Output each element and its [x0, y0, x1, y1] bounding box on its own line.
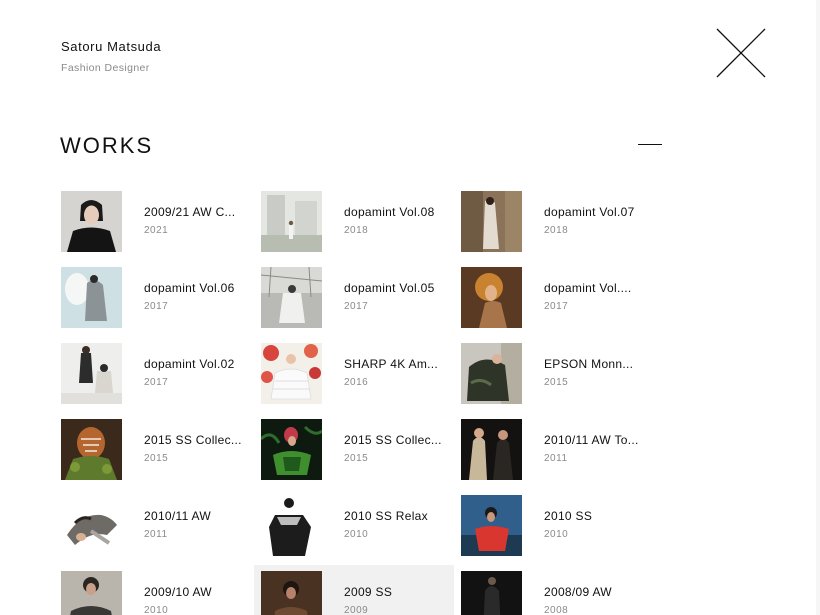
work-title: dopamint Vol.05 — [344, 281, 435, 295]
work-year: 2011 — [544, 453, 568, 464]
work-title: SHARP 4K Am... — [344, 357, 439, 371]
work-year: 2009 — [344, 605, 369, 615]
work-year: 2017 — [144, 301, 169, 312]
page-scrollbar-track[interactable] — [816, 0, 820, 615]
work-thumbnail — [461, 343, 522, 404]
works-heading: WORKS — [60, 133, 154, 158]
work-thumbnail — [261, 495, 322, 556]
work-year: 2015 — [544, 377, 569, 388]
work-card[interactable]: dopamint Vol.... 2017 — [454, 261, 654, 337]
work-title: dopamint Vol.07 — [544, 205, 635, 219]
work-card[interactable]: 2009/10 AW 2010 — [54, 565, 254, 615]
work-title: dopamint Vol.08 — [344, 205, 435, 219]
work-card[interactable]: 2010/11 AW To... 2011 — [454, 413, 654, 489]
work-thumbnail — [61, 191, 122, 252]
work-title: 2010 SS — [544, 509, 593, 523]
work-title: 2010 SS Relax — [344, 509, 428, 523]
work-title: dopamint Vol.06 — [144, 281, 235, 295]
work-card[interactable]: dopamint Vol.08 2018 — [254, 185, 454, 261]
work-card[interactable]: 2009/21 AW C... 2021 — [54, 185, 254, 261]
work-card[interactable]: dopamint Vol.02 2017 — [54, 337, 254, 413]
work-year: 2017 — [144, 377, 169, 388]
work-title: dopamint Vol.02 — [144, 357, 235, 371]
work-thumbnail — [61, 495, 122, 556]
work-year: 2010 — [144, 605, 169, 615]
work-year: 2015 — [344, 453, 369, 464]
page: Satoru Matsuda Fashion Designer WORKS 20… — [0, 0, 820, 615]
close-x-icon — [716, 28, 766, 78]
work-card[interactable]: 2010 SS 2010 — [454, 489, 654, 565]
work-year: 2018 — [344, 225, 369, 236]
work-thumbnail — [461, 191, 522, 252]
work-card[interactable]: 2015 SS Collec... 2015 — [254, 413, 454, 489]
work-thumbnail — [61, 343, 122, 404]
work-thumbnail — [261, 571, 322, 615]
work-card[interactable]: 2010/11 AW 2011 — [54, 489, 254, 565]
work-card[interactable]: dopamint Vol.07 2018 — [454, 185, 654, 261]
collapse-minus-icon — [638, 144, 662, 145]
work-thumbnail — [61, 571, 122, 615]
work-thumbnail — [461, 571, 522, 615]
work-card[interactable]: EPSON Monn... 2015 — [454, 337, 654, 413]
works-grid: 2009/21 AW C... 2021 dopamint Vol.08 201… — [54, 185, 654, 615]
work-year: 2010 — [344, 529, 369, 540]
work-title: EPSON Monn... — [544, 357, 634, 371]
work-thumbnail — [61, 419, 122, 480]
work-card[interactable]: 2010 SS Relax 2010 — [254, 489, 454, 565]
work-year: 2008 — [544, 605, 569, 615]
work-thumbnail — [461, 419, 522, 480]
work-thumbnail — [61, 267, 122, 328]
work-title: 2009/21 AW C... — [144, 205, 236, 219]
work-year: 2016 — [344, 377, 369, 388]
work-year: 2017 — [344, 301, 369, 312]
work-card[interactable]: dopamint Vol.06 2017 — [54, 261, 254, 337]
work-year: 2010 — [544, 529, 569, 540]
work-card-hovered[interactable]: 2009 SS 2009 — [254, 565, 454, 615]
work-thumbnail — [261, 191, 322, 252]
work-year: 2011 — [144, 529, 168, 540]
work-title: 2009/10 AW — [144, 585, 212, 599]
work-year: 2015 — [144, 453, 169, 464]
work-card[interactable]: SHARP 4K Am... 2016 — [254, 337, 454, 413]
work-title: dopamint Vol.... — [544, 281, 632, 295]
work-card[interactable]: 2008/09 AW 2008 — [454, 565, 654, 615]
work-title: 2008/09 AW — [544, 585, 612, 599]
close-menu-button[interactable] — [714, 26, 768, 80]
work-title: 2009 SS — [344, 585, 393, 599]
work-title: 2015 SS Collec... — [144, 433, 242, 447]
work-title: 2010/11 AW — [144, 509, 212, 523]
work-title: 2010/11 AW To... — [544, 433, 639, 447]
work-year: 2017 — [544, 301, 569, 312]
work-title: 2015 SS Collec... — [344, 433, 442, 447]
works-collapse-toggle[interactable] — [634, 134, 666, 154]
work-thumbnail — [461, 267, 522, 328]
work-card[interactable]: 2015 SS Collec... 2015 — [54, 413, 254, 489]
designer-name[interactable]: Satoru Matsuda — [61, 39, 161, 54]
work-thumbnail — [461, 495, 522, 556]
work-year: 2021 — [144, 225, 169, 236]
work-thumbnail — [261, 419, 322, 480]
work-card[interactable]: dopamint Vol.05 2017 — [254, 261, 454, 337]
work-year: 2018 — [544, 225, 569, 236]
work-thumbnail — [261, 267, 322, 328]
designer-role: Fashion Designer — [61, 62, 150, 74]
work-thumbnail — [261, 343, 322, 404]
